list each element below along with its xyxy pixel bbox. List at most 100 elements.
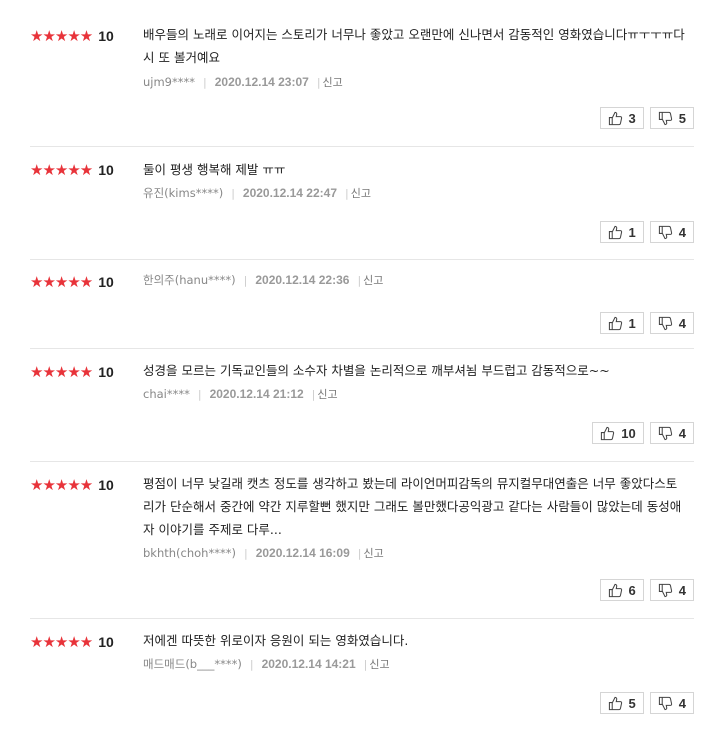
thumbs-down-icon bbox=[658, 426, 672, 440]
star-rating: ★★★★★ 10 bbox=[30, 477, 114, 493]
review-item: ★★★★★ 10 한의주(hanu****) | 2020.12.14 22:3… bbox=[30, 260, 694, 349]
dislike-count: 5 bbox=[678, 110, 686, 126]
review-date: 2020.12.14 21:12 bbox=[209, 387, 304, 401]
star-rating: ★★★★★ 10 bbox=[30, 364, 114, 380]
like-button[interactable]: 1 bbox=[599, 312, 644, 334]
review-item: ★★★★★ 10 배우들의 노래로 이어지는 스토리가 너무나 좋았고 오랜만에… bbox=[30, 13, 694, 147]
like-count: 1 bbox=[628, 315, 636, 331]
thumbs-up-icon bbox=[608, 696, 622, 710]
meta-divider: | bbox=[231, 186, 235, 200]
stars-icon: ★★★★★ bbox=[30, 475, 93, 494]
thumbs-up-icon bbox=[608, 583, 622, 597]
meta-divider: | bbox=[357, 273, 362, 287]
review-meta: 유진(kims****) | 2020.12.14 22:47 | 신고 bbox=[143, 185, 686, 201]
like-button[interactable]: 6 bbox=[599, 579, 644, 601]
meta-divider: | bbox=[357, 546, 362, 560]
review-text: 평점이 너무 낮길래 캣츠 정도를 생각하고 봤는데 라이언머피감독의 뮤지컬무… bbox=[143, 476, 682, 537]
dislike-button[interactable]: 4 bbox=[649, 692, 694, 714]
meta-divider: | bbox=[345, 186, 349, 200]
dislike-count: 4 bbox=[678, 695, 686, 711]
review-item: ★★★★★ 10 둘이 평생 행복해 제발 ㅠㅠ 유진(kims****) | … bbox=[30, 147, 694, 260]
thumbs-up-icon bbox=[608, 111, 622, 125]
review-date: 2020.12.14 22:47 bbox=[242, 186, 337, 200]
review-meta: 한의주(hanu****) | 2020.12.14 22:36 | 신고 bbox=[143, 272, 686, 288]
thumbs-down-icon bbox=[658, 316, 672, 330]
review-item: ★★★★★ 10 저에겐 따뜻한 위로이자 응원이 되는 영화였습니다. 매드매… bbox=[30, 619, 694, 729]
dislike-count: 4 bbox=[678, 425, 686, 441]
like-button[interactable]: 10 bbox=[592, 422, 644, 444]
review-meta: 매드매드(b___****) | 2020.12.14 14:21 | 신고 bbox=[143, 656, 686, 672]
dislike-button[interactable]: 4 bbox=[649, 221, 694, 243]
report-link[interactable]: 신고 bbox=[323, 74, 343, 90]
rating-score: 10 bbox=[98, 634, 114, 650]
star-rating: ★★★★★ 10 bbox=[30, 162, 114, 178]
stars-icon: ★★★★★ bbox=[30, 632, 93, 651]
stars-icon: ★★★★★ bbox=[30, 272, 93, 291]
dislike-count: 4 bbox=[678, 224, 686, 240]
review-list: ★★★★★ 10 배우들의 노래로 이어지는 스토리가 너무나 좋았고 오랜만에… bbox=[0, 13, 708, 729]
review-date: 2020.12.14 23:07 bbox=[214, 75, 309, 89]
meta-divider: | bbox=[311, 387, 316, 401]
stars-icon: ★★★★★ bbox=[30, 26, 93, 45]
rating-score: 10 bbox=[98, 364, 114, 380]
review-meta: ujm9**** | 2020.12.14 23:07 | 신고 bbox=[143, 74, 686, 90]
thumbs-down-icon bbox=[658, 583, 672, 597]
reviewer-name: ujm9**** bbox=[143, 75, 196, 89]
like-button[interactable]: 1 bbox=[599, 221, 644, 243]
star-rating: ★★★★★ 10 bbox=[30, 634, 114, 650]
review-item: ★★★★★ 10 평점이 너무 낮길래 캣츠 정도를 생각하고 봤는데 라이언머… bbox=[30, 462, 694, 619]
dislike-button[interactable]: 4 bbox=[649, 579, 694, 601]
rating-score: 10 bbox=[98, 162, 114, 178]
review-text: 배우들의 노래로 이어지는 스토리가 너무나 좋았고 오랜만에 신나면서 감동적… bbox=[143, 27, 685, 65]
review-meta: bkhth(choh****) | 2020.12.14 16:09 | 신고 bbox=[143, 545, 686, 561]
dislike-button[interactable]: 4 bbox=[649, 422, 694, 444]
review-date: 2020.12.14 22:36 bbox=[255, 273, 350, 287]
meta-divider: | bbox=[316, 75, 321, 89]
like-count: 6 bbox=[628, 582, 636, 598]
review-meta: chai**** | 2020.12.14 21:12 | 신고 bbox=[143, 386, 686, 402]
rating-score: 10 bbox=[98, 274, 114, 290]
thumbs-down-icon bbox=[658, 696, 672, 710]
thumbs-up-icon bbox=[601, 426, 615, 440]
star-rating: ★★★★★ 10 bbox=[30, 274, 114, 290]
reviewer-name: 유진(kims****) bbox=[143, 186, 224, 200]
thumbs-down-icon bbox=[658, 111, 672, 125]
meta-divider: | bbox=[197, 387, 202, 401]
review-item: ★★★★★ 10 성경을 모르는 기독교인들의 소수자 차별을 논리적으로 깨부… bbox=[30, 349, 694, 462]
review-text: 성경을 모르는 기독교인들의 소수자 차별을 논리적으로 깨부셔뇜 부드럽고 감… bbox=[143, 363, 610, 378]
like-button[interactable]: 3 bbox=[599, 107, 644, 129]
rating-score: 10 bbox=[98, 477, 114, 493]
thumbs-up-icon bbox=[608, 316, 622, 330]
report-link[interactable]: 신고 bbox=[363, 272, 383, 288]
dislike-count: 4 bbox=[678, 315, 686, 331]
reviewer-name: 매드매드(b___****) bbox=[143, 657, 242, 671]
like-button[interactable]: 5 bbox=[599, 692, 644, 714]
review-date: 2020.12.14 14:21 bbox=[261, 657, 356, 671]
report-link[interactable]: 신고 bbox=[369, 656, 389, 672]
review-text: 둘이 평생 행복해 제발 ㅠㅠ bbox=[143, 162, 286, 177]
review-date: 2020.12.14 16:09 bbox=[255, 546, 350, 560]
thumbs-up-icon bbox=[608, 225, 622, 239]
meta-divider: | bbox=[243, 273, 248, 287]
dislike-count: 4 bbox=[678, 582, 686, 598]
meta-divider: | bbox=[203, 75, 207, 89]
report-link[interactable]: 신고 bbox=[351, 185, 371, 201]
thumbs-down-icon bbox=[658, 225, 672, 239]
dislike-button[interactable]: 5 bbox=[649, 107, 694, 129]
meta-divider: | bbox=[249, 657, 254, 671]
like-count: 3 bbox=[628, 110, 636, 126]
like-count: 1 bbox=[628, 224, 636, 240]
report-link[interactable]: 신고 bbox=[317, 386, 337, 402]
like-count: 5 bbox=[628, 695, 636, 711]
meta-divider: | bbox=[243, 546, 248, 560]
rating-score: 10 bbox=[98, 28, 114, 44]
reviewer-name: bkhth(choh****) bbox=[143, 546, 236, 560]
reviewer-name: 한의주(hanu****) bbox=[143, 273, 236, 287]
meta-divider: | bbox=[363, 657, 368, 671]
stars-icon: ★★★★★ bbox=[30, 362, 93, 381]
dislike-button[interactable]: 4 bbox=[649, 312, 694, 334]
report-link[interactable]: 신고 bbox=[364, 545, 384, 561]
review-text: 저에겐 따뜻한 위로이자 응원이 되는 영화였습니다. bbox=[143, 633, 409, 648]
like-count: 10 bbox=[621, 425, 636, 441]
star-rating: ★★★★★ 10 bbox=[30, 28, 114, 44]
